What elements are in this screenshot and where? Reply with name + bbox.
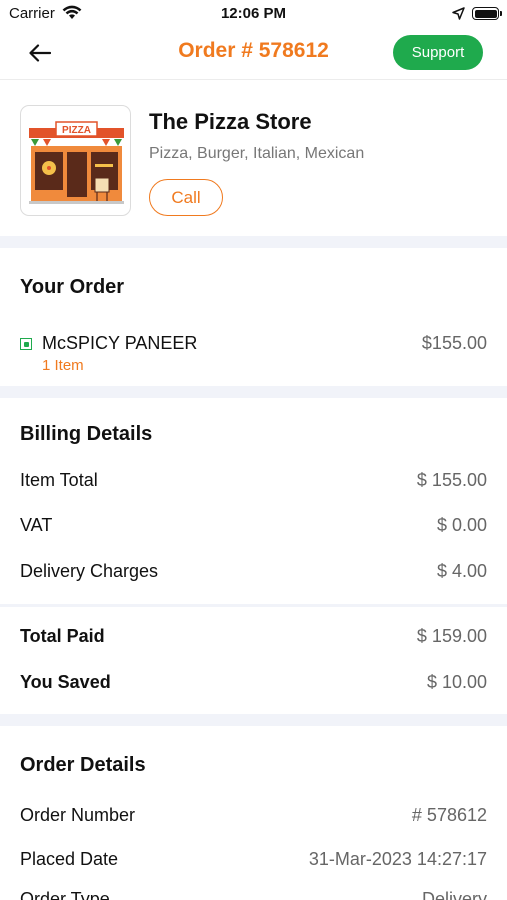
order-number-label: Order Number [20,805,136,825]
store-image: PIZZA [20,105,131,216]
item-total-value: $ 155.00 [416,470,487,490]
store-card: PIZZA The Pizza Store Pizza, Burger, Ita… [0,81,507,236]
placed-date-label: Placed Date [20,849,119,869]
you-saved-value: $ 10.00 [426,672,487,692]
order-type-value: Delivery [421,889,487,900]
order-item-name: McSPICY PANEER [42,333,198,353]
location-arrow-icon [452,7,465,25]
support-button[interactable]: Support [393,35,483,70]
section-divider [0,236,507,248]
total-paid-value: $ 159.00 [416,626,487,646]
call-button[interactable]: Call [149,179,223,216]
total-paid-label: Total Paid [20,626,105,646]
item-total-label: Item Total [20,470,98,490]
section-divider [0,714,507,726]
you-saved-label: You Saved [20,672,111,692]
section-divider [0,386,507,398]
vat-value: $ 0.00 [436,515,487,535]
store-cuisines: Pizza, Burger, Italian, Mexican [149,145,365,162]
store-sign-text: PIZZA [62,125,91,136]
status-bar: Carrier 12:06 PM [0,0,507,28]
order-item-quantity: 1 Item [42,357,84,374]
battery-icon [472,7,499,20]
placed-date-value: 31-Mar-2023 14:27:17 [308,849,487,869]
order-details-title: Order Details [20,754,146,776]
order-number-value: # 578612 [411,805,487,825]
header-bar: Order # 578612 Support [0,28,507,80]
veg-indicator-icon [20,338,32,350]
delivery-charges-label: Delivery Charges [20,561,159,581]
status-time: 12:06 PM [220,5,287,22]
vat-label: VAT [20,515,53,535]
billing-subdivider [0,604,507,607]
delivery-charges-value: $ 4.00 [436,561,487,581]
billing-details-title: Billing Details [20,423,153,445]
your-order-title: Your Order [20,276,125,298]
order-item-price: $155.00 [421,333,487,353]
battery-nub [500,11,502,16]
store-name: The Pizza Store [149,109,312,134]
order-type-label: Order Type [20,889,110,900]
